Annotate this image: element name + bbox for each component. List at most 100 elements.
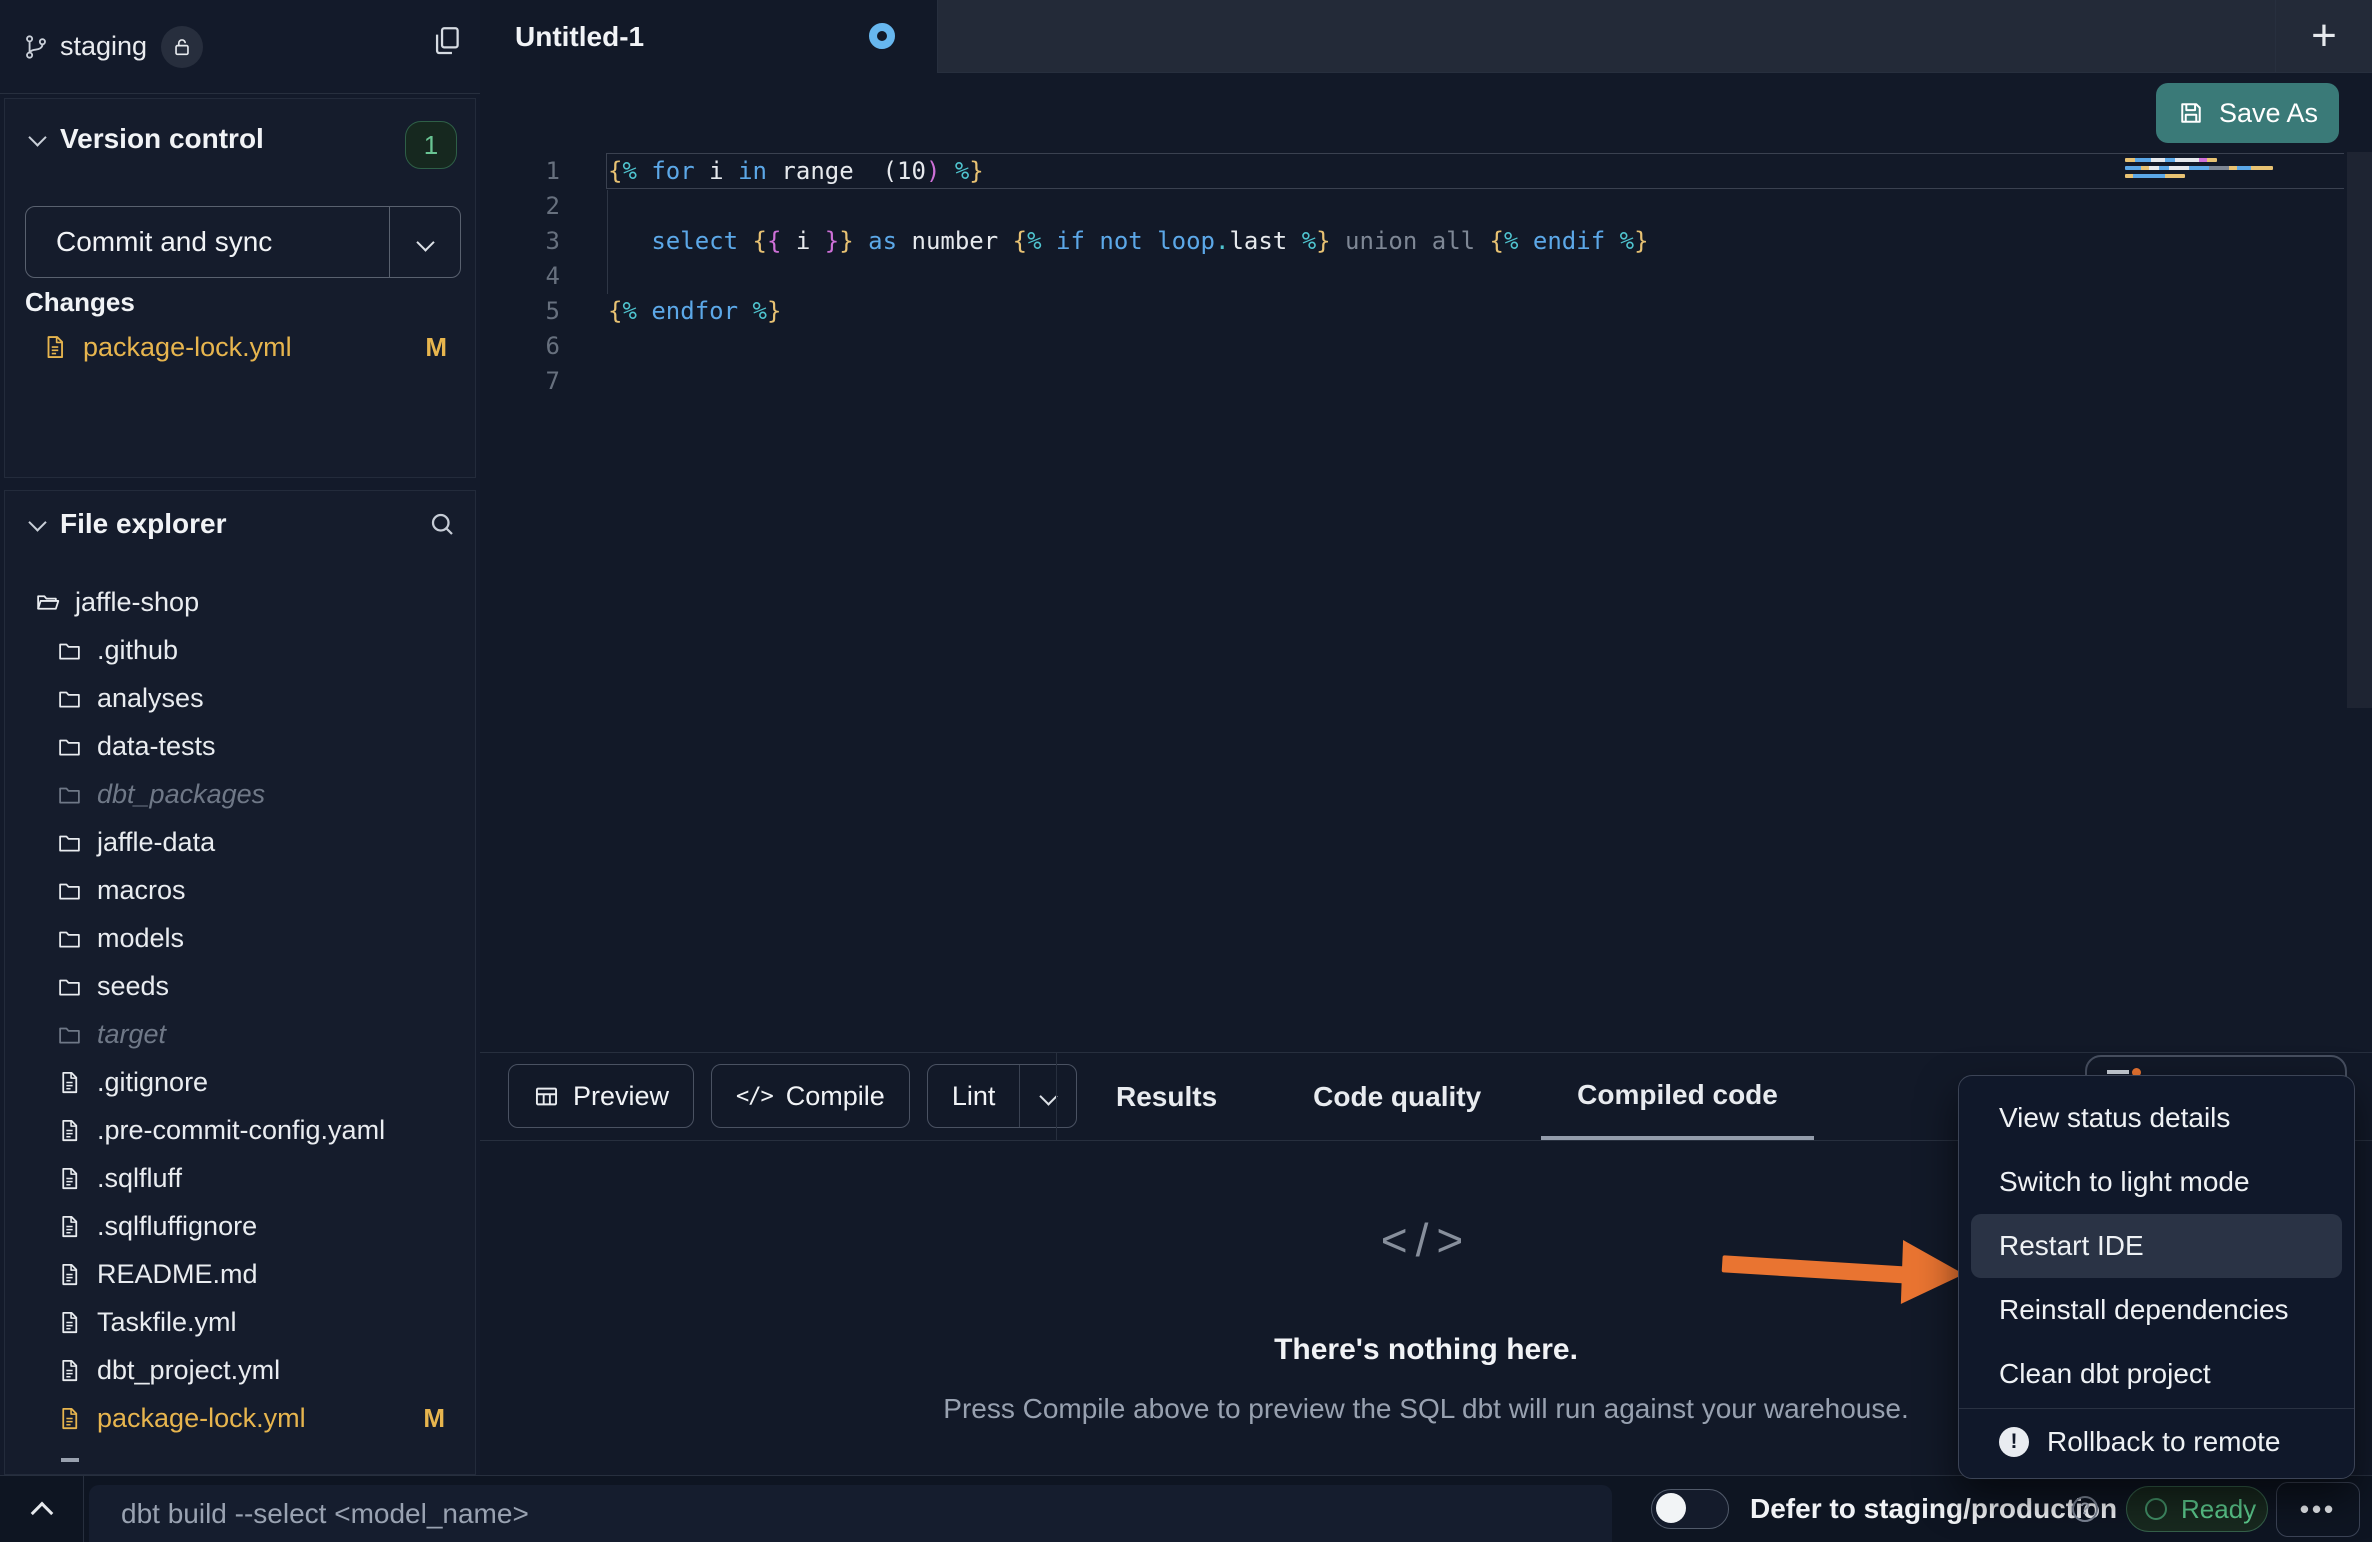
lint-button[interactable]: Lint [927,1064,1078,1128]
menu-item-view-status-details[interactable]: View status details [1959,1086,2354,1150]
menu-item-label: Restart IDE [1999,1230,2144,1262]
folder-icon [57,686,82,711]
defer-toggle[interactable] [1651,1489,1729,1529]
tree-item-analyses[interactable]: analyses [5,674,475,722]
folder-icon [57,926,82,951]
tree-item-jaffle-shop[interactable]: jaffle-shop [5,578,475,626]
file-explorer-header[interactable]: File explorer [31,503,457,545]
commit-and-sync-button[interactable]: Commit and sync [25,206,461,278]
changed-file-package-lock.yml[interactable]: package-lock.ymlM [5,323,475,371]
line-number: 6 [480,329,560,364]
file-tree: jaffle-shop.githubanalysesdata-testsdbt_… [5,578,475,1442]
action-buttons: Preview </> Compile Lint [508,1064,1077,1128]
code-line [608,364,2342,399]
line-number: 2 [480,189,560,224]
tree-item-data-tests[interactable]: data-tests [5,722,475,770]
folder-icon [57,782,82,807]
preview-button[interactable]: Preview [508,1064,694,1128]
branch-name[interactable]: staging [60,31,147,62]
changes-label: Changes [25,287,135,318]
chevron-down-icon [1039,1087,1057,1105]
menu-item-reinstall-dependencies[interactable]: Reinstall dependencies [1959,1278,2354,1342]
menu-item-switch-to-light-mode[interactable]: Switch to light mode [1959,1150,2354,1214]
modified-badge: M [423,1403,445,1434]
code-editor[interactable]: 1234567 {% for i in range (10) %} select… [480,152,2372,1052]
tab-label: Untitled-1 [515,21,644,53]
new-tab-button[interactable]: + [2276,0,2372,72]
status-context-menu: View status detailsSwitch to light mode R… [1958,1075,2355,1479]
tree-item-README.md[interactable]: README.md [5,1250,475,1298]
save-as-button[interactable]: Save As [2156,83,2339,143]
tree-item-label: seeds [97,971,169,1002]
menu-item-rollback-to-remote[interactable]: !Rollback to remote [1959,1408,2354,1474]
line-number-gutter: 1234567 [480,154,560,399]
line-number: 5 [480,294,560,329]
commit-options-button[interactable] [389,207,460,277]
tree-item-label: jaffle-shop [75,587,199,618]
compile-label: Compile [786,1081,885,1112]
tab-compiled-code[interactable]: Compiled code [1541,1053,1814,1140]
folder-icon [57,974,82,999]
line-number: 3 [480,224,560,259]
tree-item-jaffle-data[interactable]: jaffle-data [5,818,475,866]
branch-bar: staging [0,0,480,94]
command-input[interactable]: dbt build --select <model_name> [89,1485,1612,1542]
editor-scrollbar[interactable] [2347,152,2372,708]
tree-item-target[interactable]: target [5,1010,475,1058]
expand-command-bar-button[interactable] [20,1476,64,1542]
arrow-shaft [1722,1255,1911,1283]
defer-label: Defer to staging/production [1750,1476,2117,1542]
menu-item-label: Clean dbt project [1999,1358,2211,1390]
tree-item-macros[interactable]: macros [5,866,475,914]
folder-icon [57,878,82,903]
tree-item-Taskfile.yml[interactable]: Taskfile.yml [5,1298,475,1346]
menu-item-label: Reinstall dependencies [1999,1294,2289,1326]
clipped-tree-item [61,1458,79,1462]
file-icon [57,1070,82,1095]
code-brackets-icon: </> [736,1084,773,1109]
tree-item-.gitignore[interactable]: .gitignore [5,1058,475,1106]
tree-item-seeds[interactable]: seeds [5,962,475,1010]
minimap-line [2125,166,2273,170]
more-options-button[interactable]: ••• [2276,1482,2360,1537]
menu-item-restart-ide[interactable]: Restart IDE [1971,1214,2342,1278]
search-icon[interactable] [427,509,457,539]
tree-item-label: jaffle-data [97,827,215,858]
tree-item-.sqlfluff[interactable]: .sqlfluff [5,1154,475,1202]
tree-item-.sqlfluffignore[interactable]: .sqlfluffignore [5,1202,475,1250]
git-branch-icon [22,33,50,61]
commit-and-sync-label[interactable]: Commit and sync [26,207,389,277]
save-as-label: Save As [2219,98,2318,129]
arrow-head [1901,1240,1965,1306]
tree-item-dbt_project.yml[interactable]: dbt_project.yml [5,1346,475,1394]
lock-icon [171,36,193,58]
file-icon [57,1118,82,1143]
code-line [608,259,2342,294]
minimap[interactable] [2125,158,2275,182]
file-icon [57,1214,82,1239]
tree-item-.pre-commit-config.yaml[interactable]: .pre-commit-config.yaml [5,1106,475,1154]
version-control-header[interactable]: Version control [31,123,264,155]
tree-item-dbt_packages[interactable]: dbt_packages [5,770,475,818]
changes-list: package-lock.ymlM [5,323,475,371]
lint-options-button[interactable] [1019,1065,1076,1127]
tab-untitled-1[interactable]: Untitled-1 [480,0,938,73]
tree-item-label: README.md [97,1259,258,1290]
tree-item-.github[interactable]: .github [5,626,475,674]
floppy-disk-icon [2177,99,2205,127]
editor-tab-bar: Untitled-1 + [480,0,2372,73]
minimap-line [2125,158,2217,162]
tab-results[interactable]: Results [1080,1053,1253,1140]
chevron-up-icon [31,1502,54,1525]
duplicate-file-icon[interactable] [430,24,464,58]
file-icon [57,1358,82,1383]
preview-label: Preview [573,1081,669,1112]
dbt-cloud-ide: staging Version control [0,0,2372,1542]
tree-item-package-lock.yml[interactable]: package-lock.ymlM [5,1394,475,1442]
help-icon[interactable]: ? [2072,1496,2098,1522]
tree-item-models[interactable]: models [5,914,475,962]
tab-code-quality[interactable]: Code quality [1277,1053,1517,1140]
menu-item-clean-dbt-project[interactable]: Clean dbt project [1959,1342,2354,1406]
ready-status-badge[interactable]: Ready [2126,1486,2268,1532]
compile-button[interactable]: </> Compile [711,1064,910,1128]
